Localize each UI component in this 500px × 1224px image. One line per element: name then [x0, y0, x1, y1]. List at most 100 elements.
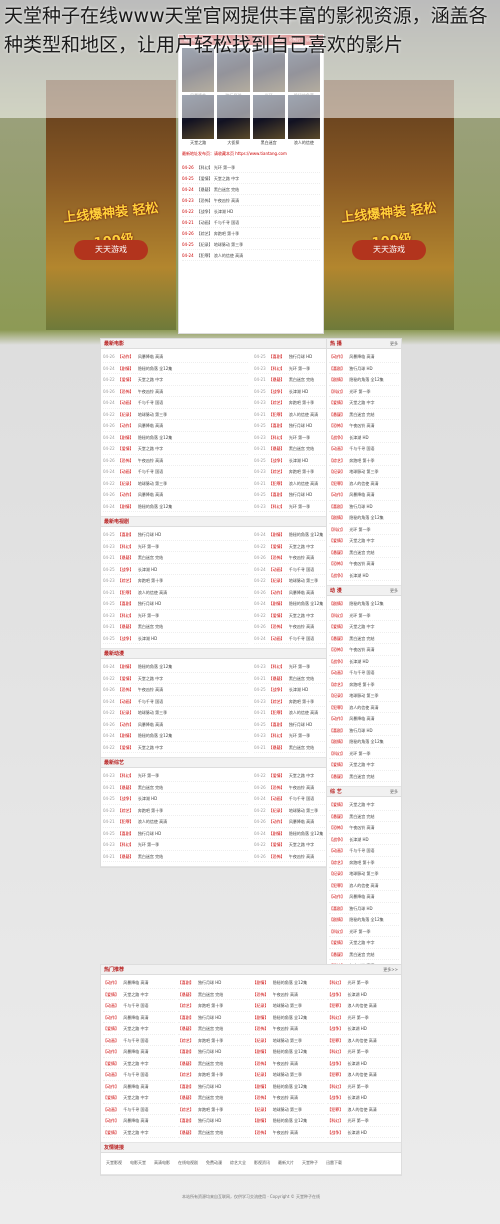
- list-title[interactable]: 天堂之路 中字: [348, 802, 374, 807]
- list-title[interactable]: 长津湖 HD: [137, 636, 157, 641]
- list-category[interactable]: 【动画】: [118, 400, 134, 405]
- list-item[interactable]: 04-23 【科幻】 光环 第一季: [103, 770, 248, 782]
- list-item[interactable]: 【纪录】 地球脉动 第三季: [252, 1035, 325, 1046]
- list-title[interactable]: 地球脉动 第三季: [272, 1038, 302, 1043]
- list-item[interactable]: 【纪录】 地球脉动 第三季: [329, 466, 399, 478]
- list-title[interactable]: 黑白迷宫 完结: [137, 624, 163, 629]
- list-category[interactable]: 【悬疑】: [178, 1026, 194, 1031]
- list-category[interactable]: 【动作】: [103, 1118, 119, 1123]
- list-title[interactable]: 风暴降临 高清: [137, 423, 163, 428]
- list-title[interactable]: 奔跑吧 第十季: [288, 469, 314, 474]
- list-title[interactable]: 长津湖 HD: [348, 573, 368, 578]
- friend-link[interactable]: 天堂影视: [106, 1160, 122, 1165]
- list-category[interactable]: 【综艺】: [178, 1038, 194, 1043]
- list-item[interactable]: 【喜剧】 独行月球 HD: [329, 725, 399, 736]
- list-item[interactable]: 【喜剧】 独行月球 HD: [177, 1046, 250, 1058]
- list-item[interactable]: 【科幻】 光环 第一季: [327, 1046, 399, 1058]
- list-title[interactable]: 地球脉动 第三季: [137, 412, 167, 417]
- list-title[interactable]: 午夜凶铃 高清: [272, 1095, 298, 1100]
- list-title[interactable]: 光环 第一季: [348, 389, 370, 394]
- list-item[interactable]: 【犯罪】 浪人的信使 高清: [327, 1035, 399, 1046]
- list-category[interactable]: 【爱情】: [103, 1026, 119, 1031]
- list-title[interactable]: 奔跑吧 第十季: [197, 1038, 223, 1043]
- list-title[interactable]: 【动画】 千与千寻 国语: [197, 220, 240, 225]
- list-title[interactable]: 奔跑吧 第十季: [137, 578, 163, 583]
- more-link[interactable]: 更多>>: [383, 965, 398, 974]
- list-item[interactable]: 【恐怖】 午夜凶铃 高清: [252, 1023, 325, 1035]
- list-item[interactable]: 【恐怖】 午夜凶铃 高清: [329, 822, 399, 834]
- list-category[interactable]: 【爱情】: [103, 1095, 119, 1100]
- list-item[interactable]: 04-22 【爱情】 天堂之路 中字: [103, 443, 248, 455]
- list-title[interactable]: 隐秘的角落 全12集: [348, 515, 383, 520]
- list-item[interactable]: 04-25 【战争】 长津湖 HD: [103, 633, 248, 644]
- recent-item[interactable]: 04-25 【爱情】 天堂之路 中字: [182, 173, 320, 184]
- list-title[interactable]: 长津湖 HD: [137, 567, 157, 572]
- list-category[interactable]: 【悬疑】: [269, 446, 285, 451]
- list-category[interactable]: 【动画】: [118, 469, 134, 474]
- list-item[interactable]: 【动画】 千与千寻 国语: [103, 1069, 175, 1081]
- list-item[interactable]: 【恐怖】 午夜凶铃 高清: [252, 1092, 325, 1104]
- list-title[interactable]: 天堂之路 中字: [348, 940, 374, 945]
- list-title[interactable]: 午夜凶铃 高清: [288, 854, 314, 859]
- list-title[interactable]: 【恐怖】 午夜凶铃 高清: [197, 198, 240, 203]
- list-title[interactable]: 千与千寻 国语: [288, 796, 314, 801]
- list-title[interactable]: 隐秘的角落 全12集: [288, 601, 323, 606]
- list-item[interactable]: 04-21 【悬疑】 黑白迷宫 完结: [103, 552, 248, 564]
- list-title[interactable]: 千与千寻 国语: [288, 636, 314, 641]
- list-title[interactable]: 光环 第一季: [346, 1049, 369, 1054]
- list-item[interactable]: 【喜剧】 独行月球 HD: [329, 363, 399, 374]
- list-item[interactable]: 【爱情】 天堂之路 中字: [103, 989, 175, 1000]
- list-title[interactable]: 隐秘的角落 全12集: [272, 1049, 307, 1054]
- list-category[interactable]: 【动作】: [118, 722, 134, 727]
- friend-link[interactable]: 影视资讯: [254, 1160, 270, 1165]
- list-title[interactable]: 隐秘的角落 全12集: [137, 366, 172, 371]
- list-item[interactable]: 【动画】 千与千寻 国语: [329, 667, 399, 679]
- list-title[interactable]: 光环 第一季: [137, 544, 159, 549]
- list-category[interactable]: 【悬疑】: [118, 854, 134, 859]
- list-category[interactable]: 【纪录】: [253, 1072, 269, 1077]
- list-category[interactable]: 【爱情】: [103, 992, 119, 997]
- list-title[interactable]: 天堂之路 中字: [137, 377, 163, 382]
- list-item[interactable]: 【科幻】 光环 第一季: [329, 386, 399, 397]
- list-category[interactable]: 【综艺】: [269, 400, 285, 405]
- list-title[interactable]: 风暴降临 高清: [122, 1084, 148, 1089]
- list-category[interactable]: 【喜剧】: [178, 1084, 194, 1089]
- list-title[interactable]: 浪人的信使 高清: [137, 819, 167, 824]
- list-item[interactable]: 04-21 【悬疑】 黑白迷宫 完结: [103, 851, 248, 862]
- list-item[interactable]: 04-26 【动作】 风暴降临 高清: [103, 719, 248, 730]
- list-category[interactable]: 【动作】: [329, 354, 345, 359]
- list-title[interactable]: 风暴降临 高清: [122, 1049, 148, 1054]
- list-category[interactable]: 【战争】: [327, 1061, 343, 1066]
- list-category[interactable]: 【爱情】: [118, 676, 134, 681]
- list-title[interactable]: 千与千寻 国语: [137, 400, 163, 405]
- list-title[interactable]: 风暴降临 高清: [348, 716, 374, 721]
- list-item[interactable]: 【恐怖】 午夜凶铃 高清: [329, 644, 399, 656]
- list-title[interactable]: 风暴降临 高清: [137, 492, 163, 497]
- list-title[interactable]: 风暴降临 高清: [122, 980, 148, 985]
- list-title[interactable]: 奔跑吧 第十季: [348, 458, 374, 463]
- list-item[interactable]: 【动作】 风暴降临 高清: [103, 1115, 175, 1127]
- list-item[interactable]: 【爱情】 天堂之路 中字: [329, 535, 399, 547]
- list-category[interactable]: 【纪录】: [253, 1038, 269, 1043]
- list-title[interactable]: 浪人的信使 高清: [288, 710, 318, 715]
- list-category[interactable]: 【悬疑】: [269, 745, 285, 750]
- list-title[interactable]: 光环 第一季: [137, 842, 159, 847]
- list-title[interactable]: 天堂之路 中字: [348, 400, 374, 405]
- list-category[interactable]: 【战争】: [118, 636, 134, 641]
- list-category[interactable]: 【战争】: [269, 687, 285, 692]
- list-item[interactable]: 【战争】 长津湖 HD: [327, 1023, 399, 1035]
- list-title[interactable]: 独行月球 HD: [348, 366, 372, 371]
- list-category[interactable]: 【剧情】: [118, 366, 134, 371]
- list-item[interactable]: 【战争】 长津湖 HD: [327, 989, 399, 1000]
- friend-link[interactable]: 在线电视剧: [178, 1160, 198, 1165]
- list-title[interactable]: 独行月球 HD: [197, 1049, 221, 1054]
- list-category[interactable]: 【纪录】: [269, 578, 285, 583]
- list-item[interactable]: 【纪录】 地球脉动 第三季: [252, 1000, 325, 1012]
- list-category[interactable]: 【战争】: [329, 837, 345, 842]
- list-item[interactable]: 【爱情】 天堂之路 中字: [103, 1092, 175, 1104]
- list-category[interactable]: 【悬疑】: [118, 785, 134, 790]
- list-category[interactable]: 【综艺】: [329, 860, 345, 865]
- list-title[interactable]: 黑白迷宫 完结: [137, 555, 163, 560]
- list-title[interactable]: 午夜凶铃 高清: [272, 1130, 298, 1135]
- list-title[interactable]: 浪人的信使 高清: [346, 1107, 377, 1112]
